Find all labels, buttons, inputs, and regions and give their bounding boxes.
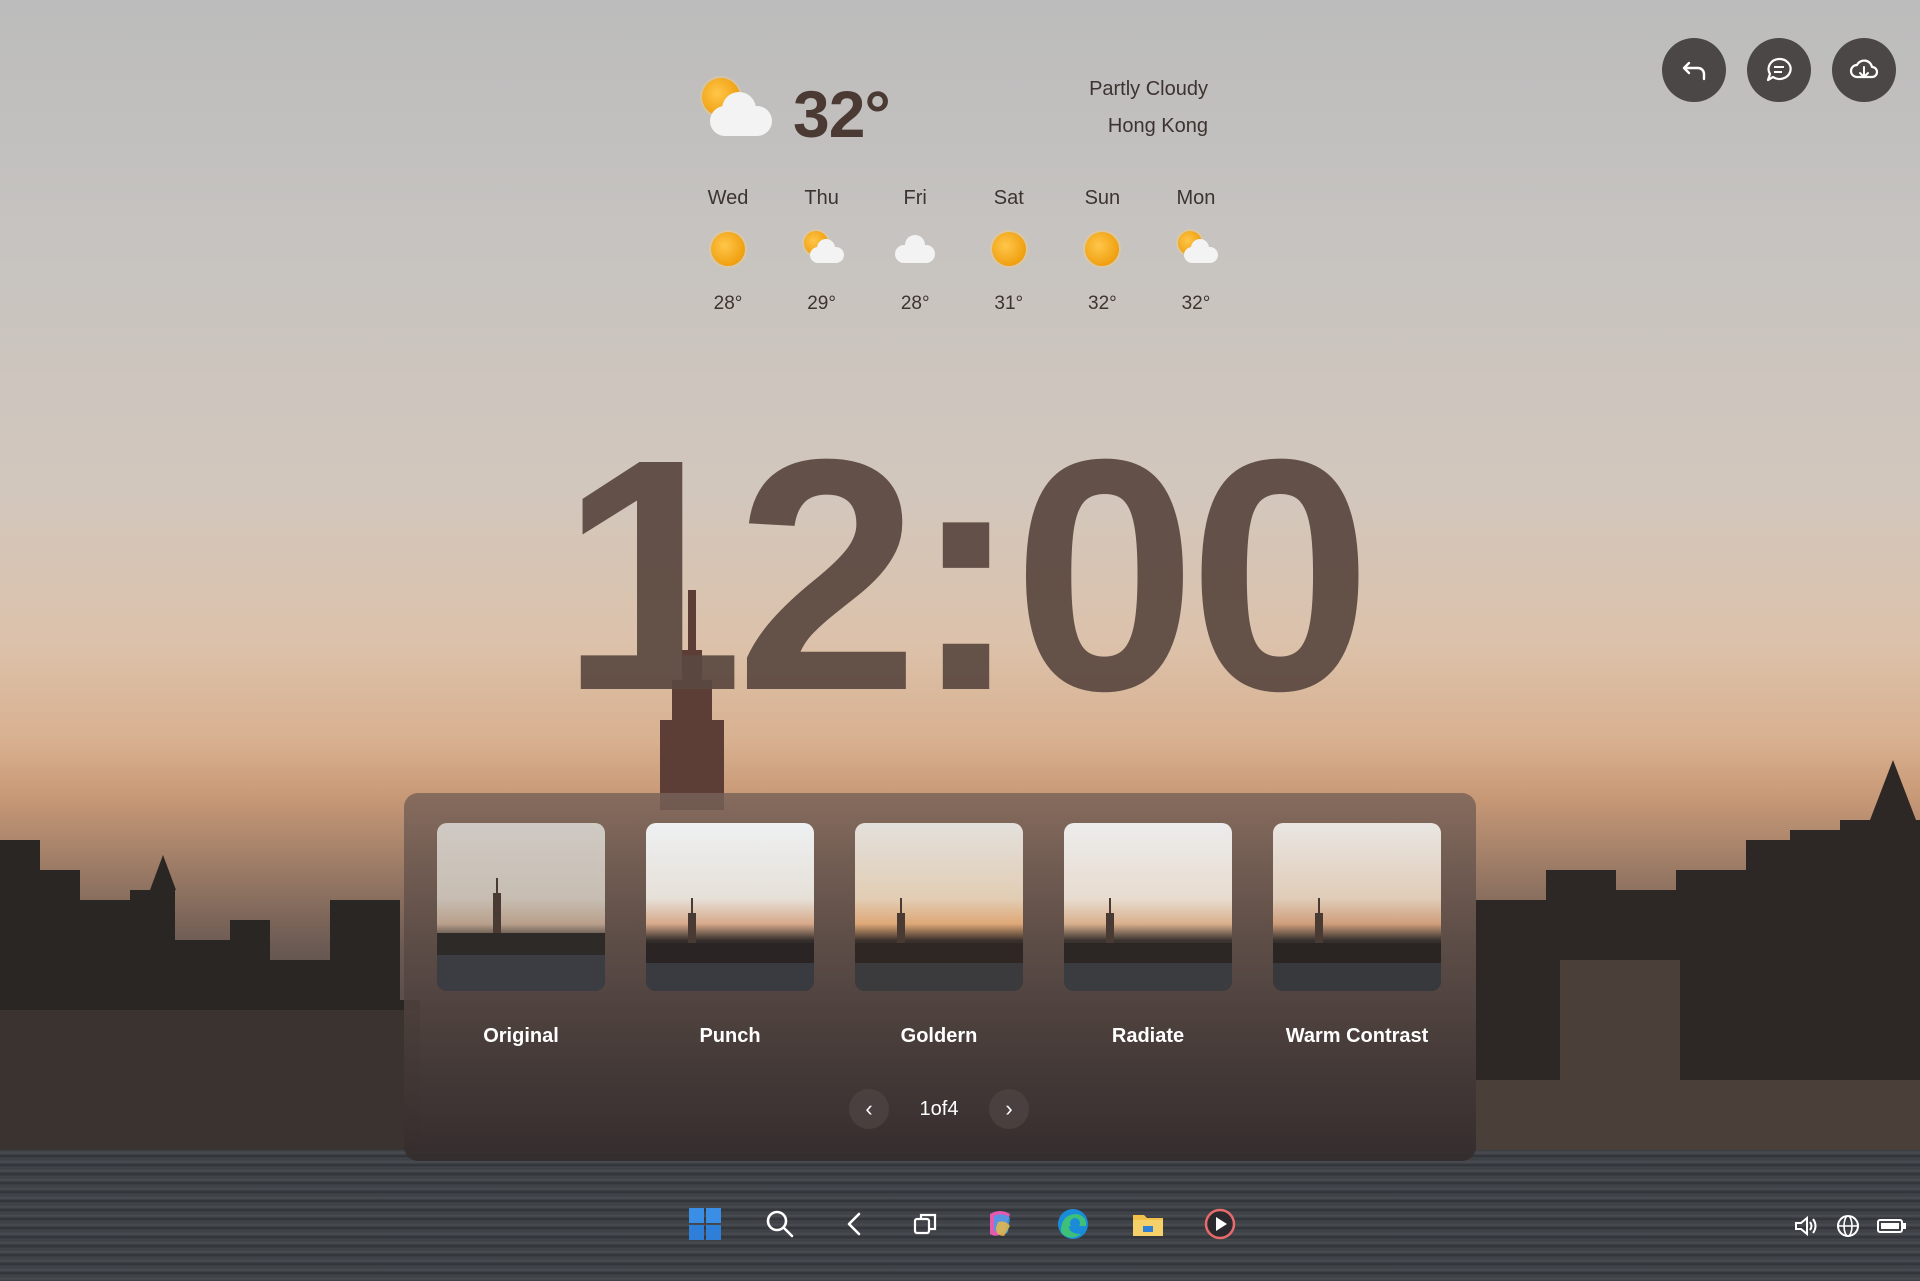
style-option-punch[interactable]: Punch [646,823,814,1048]
system-tray [1790,1210,1920,1242]
task-view-icon [913,1213,937,1235]
weather-location: Hong Kong [1107,115,1208,137]
forecast-temp: 28° [713,293,743,314]
media-player-button[interactable] [1200,1204,1240,1244]
style-label: Original [483,1025,559,1047]
thumbnail-skyline [646,898,814,991]
forecast-temp: 29° [807,293,836,314]
media-player-icon [1204,1208,1236,1240]
search-button[interactable] [760,1204,800,1244]
style-label: Warm Contrast [1285,1025,1429,1047]
partly-cloudy-icon [1174,227,1218,271]
undo-arrow-icon [1682,61,1706,81]
thumbnail-skyline [855,898,1023,991]
forecast-day: Mon 32° [1156,187,1236,327]
sunny-icon [706,227,750,271]
partly-cloudy-icon [700,78,772,142]
cloud-sync-button[interactable] [1832,38,1896,102]
forecast-day: Wed 28° [688,187,768,327]
clock-time: 12:00 [560,390,1372,759]
network-icon[interactable] [1834,1212,1862,1240]
edge-button[interactable] [1053,1204,1093,1244]
style-label: Goldern [900,1025,978,1047]
current-temperature: 32° [793,77,891,151]
cloudy-icon [893,227,937,271]
thumbnail-skyline [437,878,605,991]
thumbnail-skyline [1273,898,1441,991]
copilot-icon [990,1211,1010,1236]
sunny-icon [987,227,1031,271]
file-explorer-button[interactable] [1128,1204,1168,1244]
style-thumbnail[interactable] [437,823,605,991]
back-button[interactable] [835,1204,875,1244]
chat-button[interactable] [1747,38,1811,102]
task-view-button[interactable] [905,1204,945,1244]
sunny-icon [1080,227,1124,271]
style-thumbnail[interactable] [646,823,814,991]
forecast-day-name: Mon [1176,187,1216,209]
weather-condition: Partly Cloudy [1089,78,1208,100]
volume-icon[interactable] [1792,1212,1820,1240]
thumbnail-skyline [1064,898,1232,991]
next-page-button[interactable]: › [989,1089,1029,1129]
forecast-day: Sun 32° [1062,187,1142,327]
forecast-temp: 31° [994,293,1024,314]
search-icon [766,1210,794,1238]
forecast-temp: 32° [1088,293,1117,314]
forecast-temp: 32° [1181,293,1211,314]
previous-page-button[interactable]: ‹ [849,1089,889,1129]
copilot-button[interactable] [980,1204,1020,1244]
style-option-original[interactable]: Original [437,823,605,1048]
start-button[interactable] [685,1204,725,1244]
style-label: Radiate [1111,1025,1185,1047]
forecast-day: Thu 29° [782,187,862,327]
battery-icon[interactable] [1876,1212,1908,1240]
forecast-day-name: Sat [993,187,1024,209]
style-thumbnail[interactable] [1064,823,1232,991]
forecast-day: Fri 28° [875,187,955,327]
forecast-day: Sat 31° [969,187,1049,327]
weather-forecast: Wed 28° Thu 29° Fri 28° Sat 31° Sun 32° … [688,187,1236,327]
page-indicator: 1of4 [919,1097,959,1120]
chevron-left-icon: ‹ [865,1096,873,1121]
wallpaper-style-picker: Original Punch Goldern Radiate Warm Cont… [404,793,1476,1161]
back-icon [847,1212,861,1236]
forecast-day-name: Thu [804,187,839,209]
taskbar [680,1200,1240,1248]
chevron-right-icon: › [1005,1096,1013,1121]
style-thumbnail[interactable] [855,823,1023,991]
style-option-goldern[interactable]: Goldern [855,823,1023,1048]
forecast-day-name: Fri [903,187,927,209]
chat-bubble-icon [1766,57,1792,82]
style-option-warm-contrast[interactable]: Warm Contrast [1273,823,1441,1048]
partly-cloudy-icon [800,227,844,271]
style-pager: ‹ 1of4 › [849,1087,1029,1131]
undo-button[interactable] [1662,38,1726,102]
file-explorer-icon [1133,1215,1163,1236]
edge-icon [1058,1209,1088,1239]
forecast-day-name: Sun [1084,187,1121,209]
style-option-radiate[interactable]: Radiate [1064,823,1232,1048]
forecast-temp: 28° [900,293,930,314]
cloud-sync-icon [1849,59,1879,79]
style-thumbnail[interactable] [1273,823,1441,991]
current-weather[interactable]: 32° Partly Cloudy Hong Kong [700,70,1220,160]
forecast-day-name: Wed [707,187,749,209]
start-icon [689,1208,721,1240]
style-label: Punch [699,1025,761,1047]
